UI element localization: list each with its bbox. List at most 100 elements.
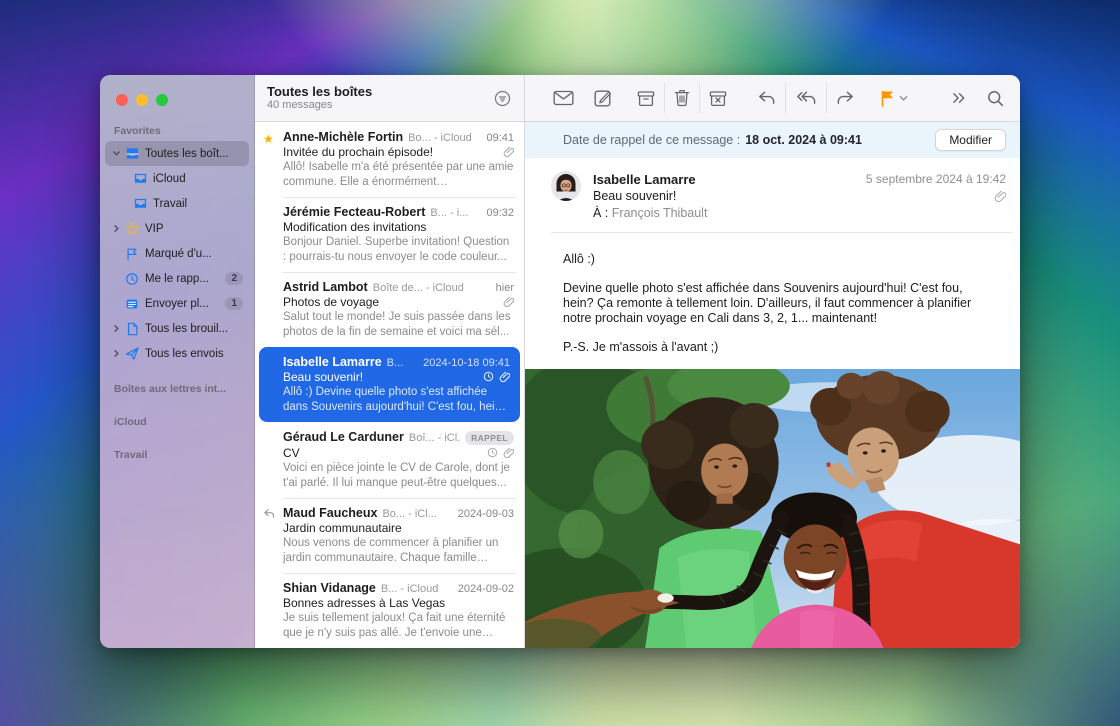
archive-button[interactable] xyxy=(628,83,664,113)
date: hier xyxy=(496,282,514,294)
preview: Salut tout le monde! Je suis passée dans… xyxy=(283,310,514,340)
vip-star-icon: ★ xyxy=(263,132,277,146)
all-inboxes-icon xyxy=(123,146,141,161)
clock-icon xyxy=(123,272,141,286)
sidebar-item-all-sent[interactable]: Tous les envois xyxy=(105,341,249,366)
sidebar-item-all-inboxes[interactable]: Toutes les boît... xyxy=(105,141,249,166)
chevron-right-icon[interactable] xyxy=(109,349,123,358)
toolbar: Toutes les boîtes 40 messages xyxy=(255,75,1020,122)
sidebar-item-label: Tous les brouil... xyxy=(145,323,243,335)
vip-star-icon xyxy=(123,221,141,236)
flag-menu-button[interactable] xyxy=(899,83,912,113)
subject: Invitée du prochain épisode! xyxy=(283,145,503,159)
message-row[interactable]: ★ Anne-Michèle Fortin Bo... - iCloud 09:… xyxy=(255,122,524,197)
sender: Anne-Michèle Fortin xyxy=(283,130,403,144)
minimize-button[interactable] xyxy=(136,94,148,106)
sidebar-section-icloud[interactable]: iCloud xyxy=(100,416,254,432)
message-list: ★ Anne-Michèle Fortin Bo... - iCloud 09:… xyxy=(255,122,525,648)
reply-all-button[interactable] xyxy=(785,83,826,113)
close-button[interactable] xyxy=(116,94,128,106)
reminder-clock-icon xyxy=(483,371,494,383)
account: B... - i... xyxy=(430,207,481,219)
sidebar-item-label: VIP xyxy=(145,223,243,235)
window-controls xyxy=(116,94,168,106)
subject: Jardin communautaire xyxy=(283,521,514,535)
sidebar-item-label: Tous les envois xyxy=(145,348,243,360)
get-mail-button[interactable] xyxy=(543,83,584,113)
sidebar-item-label: Envoyer pl... xyxy=(145,298,225,310)
sidebar-item-label: Toutes les boît... xyxy=(145,148,243,160)
forward-button[interactable] xyxy=(826,83,864,113)
sidebar-item-remind-me[interactable]: Me le rapp... 2 xyxy=(105,266,249,291)
message-body: Allô :) Devine quelle photo s'est affich… xyxy=(525,233,1020,369)
compose-button[interactable] xyxy=(584,83,622,113)
flag-icon xyxy=(123,247,141,261)
zoom-button[interactable] xyxy=(156,94,168,106)
sidebar-item-flagged[interactable]: Marqué d'u... xyxy=(105,241,249,266)
preview: Nous venons de commencer à planifier un … xyxy=(283,536,514,566)
date: 2024-09-03 xyxy=(458,508,514,520)
chevron-right-icon[interactable] xyxy=(109,224,123,233)
sender: Maud Faucheux xyxy=(283,506,377,520)
sidebar-item-vip[interactable]: VIP xyxy=(105,216,249,241)
sidebar-item-all-drafts[interactable]: Tous les brouil... xyxy=(105,316,249,341)
paperclip-icon xyxy=(994,190,1006,203)
message-row[interactable]: Jérémie Fecteau-Robert B... - i... 09:32… xyxy=(255,197,524,272)
more-toolbar-button[interactable] xyxy=(942,83,977,113)
recipient[interactable]: François Thibault xyxy=(612,206,708,220)
chevron-right-icon[interactable] xyxy=(109,324,123,333)
modify-reminder-button[interactable]: Modifier xyxy=(935,129,1006,151)
trash-icon xyxy=(674,89,690,107)
paperclip-icon xyxy=(503,146,514,158)
chevron-down-icon[interactable] xyxy=(109,149,123,158)
sidebar-item-icloud-inbox[interactable]: iCloud xyxy=(105,166,249,191)
inbox-icon xyxy=(131,196,149,211)
sender: Astrid Lambot xyxy=(283,280,368,294)
reply-all-icon xyxy=(795,90,817,106)
send-later-icon xyxy=(123,297,141,311)
subject: Beau souvenir! xyxy=(283,370,483,384)
search-button[interactable] xyxy=(977,83,1006,113)
desktop: { "colors": { "selection_blue": "#2068e6… xyxy=(0,0,1120,726)
message-row[interactable]: Maud Faucheux Bo... - iCl... 2024-09-03 … xyxy=(255,498,524,573)
message-header: Isabelle Lamarre Beau souvenir! À : Fran… xyxy=(525,158,1020,233)
reading-pane: Date de rappel de ce message : 18 oct. 2… xyxy=(525,122,1020,648)
trash-button[interactable] xyxy=(664,83,699,113)
sidebar-section-travail[interactable]: Travail xyxy=(100,449,254,465)
message-row[interactable]: Shian Vidanage B... - iCloud 2024-09-02 … xyxy=(255,573,524,648)
sidebar-item-travail-inbox[interactable]: Travail xyxy=(105,191,249,216)
reply-button[interactable] xyxy=(748,83,785,113)
archive-icon xyxy=(637,90,655,107)
subject: CV xyxy=(283,446,487,460)
preview: Je suis tellement jaloux! Ça fait une ét… xyxy=(283,611,514,641)
date: 2024-09-02 xyxy=(458,583,514,595)
account: Bo... - iCl... xyxy=(382,508,452,520)
message-row[interactable]: Géraud Le Carduner Boî... - iCl... RAPPE… xyxy=(255,422,524,498)
junk-icon xyxy=(709,90,727,107)
sender: Shian Vidanage xyxy=(283,581,376,595)
account: Boîte de... - iCloud xyxy=(373,282,491,294)
paperclip-icon xyxy=(503,447,514,459)
message-subject: Beau souvenir! xyxy=(593,188,866,205)
filter-icon xyxy=(493,89,512,108)
sidebar-item-send-later[interactable]: Envoyer pl... 1 xyxy=(105,291,249,316)
rappel-badge: RAPPEL xyxy=(465,431,514,445)
message-row-selected[interactable]: Isabelle Lamarre B... 2024-10-18 09:41 B… xyxy=(259,347,520,422)
sidebar-section-smart-mailboxes[interactable]: Boîtes aux lettres int... xyxy=(100,383,254,399)
message-date: 5 septembre 2024 à 19:42 xyxy=(866,171,1006,187)
body-paragraph: P.-S. Je m'assois à l'avant ;) xyxy=(563,340,990,355)
inbox-icon xyxy=(131,171,149,186)
date: 2024-10-18 09:41 xyxy=(423,357,510,369)
message-row[interactable]: Astrid Lambot Boîte de... - iCloud hier … xyxy=(255,272,524,347)
sender: Jérémie Fecteau-Robert xyxy=(283,205,425,219)
preview: Allô! Isabelle m'a été présentée par une… xyxy=(283,160,514,190)
filter-button[interactable] xyxy=(493,83,512,113)
paperplane-icon xyxy=(123,346,141,361)
sidebar: Favorites Toutes les boît... iCloud Trav… xyxy=(100,75,255,648)
account: B... xyxy=(387,357,418,369)
sidebar-item-label: iCloud xyxy=(153,173,243,185)
subject: Bonnes adresses à Las Vegas xyxy=(283,596,514,610)
preview: Allô :) Devine quelle photo s'est affich… xyxy=(283,385,510,415)
junk-button[interactable] xyxy=(699,83,736,113)
attachment-photo-three-friends[interactable] xyxy=(525,369,1020,648)
